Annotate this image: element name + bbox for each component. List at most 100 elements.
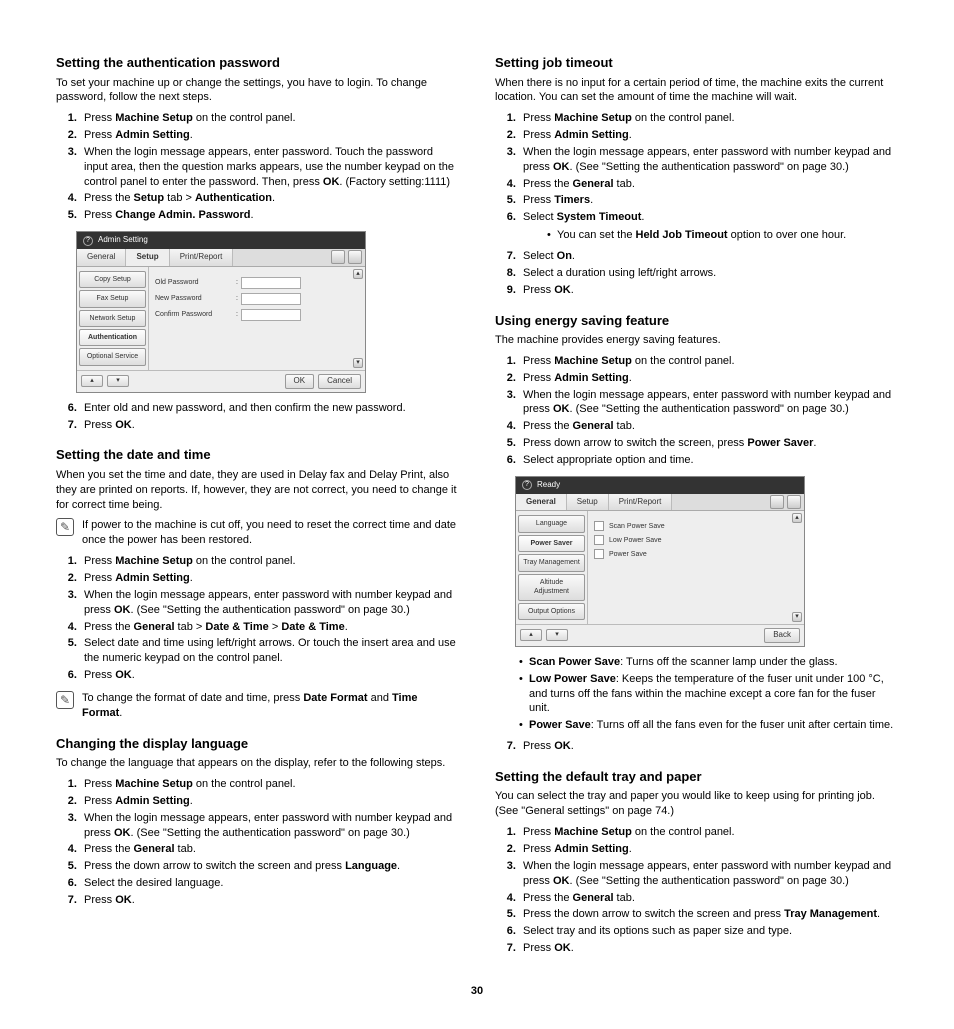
list-item: Press the down arrow to switch the scree…	[519, 907, 898, 922]
list-item: Select appropriate option and time.	[519, 453, 898, 468]
list-item: Enter old and new password, and then con…	[80, 401, 459, 416]
nav-down-icon[interactable]: ▾	[107, 375, 129, 387]
intro-energy-saving: The machine provides energy saving featu…	[495, 333, 898, 348]
old-password-field[interactable]	[241, 277, 301, 289]
list-item: You can set the Held Job Timeout option …	[547, 228, 898, 243]
note-icon: ✎	[56, 518, 74, 536]
steps-job-timeout: Press Machine Setup on the control panel…	[495, 111, 898, 297]
ui-ready: ? Ready General Setup Print/Report Langu…	[515, 476, 805, 647]
list-item: Select a duration using left/right arrow…	[519, 266, 898, 281]
list-item: When the login message appears, enter pa…	[519, 859, 898, 889]
intro-default-tray: You can select the tray and paper you wo…	[495, 789, 898, 819]
steps-default-tray: Press Machine Setup on the control panel…	[495, 825, 898, 956]
nav-down-icon[interactable]: ▾	[546, 629, 568, 641]
list-item: Press Machine Setup on the control panel…	[519, 825, 898, 840]
list-item: When the login message appears, enter pa…	[80, 145, 459, 190]
list-item: Press Admin Setting.	[519, 842, 898, 857]
exit-icon[interactable]	[331, 250, 345, 264]
intro-auth: To set your machine up or change the set…	[56, 76, 459, 106]
list-item: Press the down arrow to switch the scree…	[80, 859, 459, 874]
list-item: When the login message appears, enter pa…	[80, 588, 459, 618]
heading-date-time: Setting the date and time	[56, 446, 459, 464]
list-item: Press down arrow to switch the screen, p…	[519, 436, 898, 451]
ui-tabs: General Setup Print/Report	[77, 249, 365, 267]
sidebar-authentication[interactable]: Authentication	[79, 329, 146, 346]
scroll-down-icon[interactable]: ▾	[353, 358, 363, 368]
sidebar-language[interactable]: Language	[518, 515, 585, 532]
nav-up-icon[interactable]: ▴	[520, 629, 542, 641]
intro-language: To change the language that appears on t…	[56, 756, 459, 771]
list-item: Press the General tab.	[80, 842, 459, 857]
back-button[interactable]: Back	[764, 628, 800, 643]
cancel-button[interactable]: Cancel	[318, 374, 361, 389]
scroll-up-icon[interactable]: ▴	[792, 513, 802, 523]
note-icon: ✎	[56, 691, 74, 709]
tab-setup[interactable]: Setup	[126, 249, 169, 266]
sidebar-power-saver[interactable]: Power Saver	[518, 535, 585, 552]
intro-date-time: When you set the time and date, they are…	[56, 468, 459, 513]
steps-date-time: Press Machine Setup on the control panel…	[56, 554, 459, 683]
tab-print-report[interactable]: Print/Report	[170, 249, 234, 266]
tab-general[interactable]: General	[77, 249, 126, 266]
steps-auth-1: Press Machine Setup on the control panel…	[56, 111, 459, 223]
list-item: Press Machine Setup on the control panel…	[519, 354, 898, 369]
list-item: Power Save: Turns off all the fans even …	[519, 718, 898, 733]
heading-job-timeout: Setting job timeout	[495, 54, 898, 72]
sidebar-fax-setup[interactable]: Fax Setup	[79, 290, 146, 307]
list-item: Select the desired language.	[80, 876, 459, 891]
ui-titlebar: ? Ready	[516, 477, 804, 494]
home-icon[interactable]	[348, 250, 362, 264]
ui-footer: ▴ ▾ OK Cancel	[77, 370, 365, 392]
list-item: Press OK.	[80, 418, 459, 433]
intro-job-timeout: When there is no input for a certain per…	[495, 76, 898, 106]
ui-sidebar: Language Power Saver Tray Management Alt…	[516, 511, 588, 624]
ok-button[interactable]: OK	[285, 374, 315, 389]
list-item: Press Admin Setting.	[80, 128, 459, 143]
list-item: Scan Power Save: Turns off the scanner l…	[519, 655, 898, 670]
sidebar-altitude[interactable]: Altitude Adjustment	[518, 574, 585, 601]
scan-power-save-check[interactable]	[594, 521, 604, 531]
tab-general[interactable]: General	[516, 494, 567, 511]
list-item: Press Machine Setup on the control panel…	[80, 777, 459, 792]
tab-print-report[interactable]: Print/Report	[609, 494, 673, 511]
list-item: When the login message appears, enter pa…	[80, 811, 459, 841]
ui-titlebar: ? Admin Setting	[77, 232, 365, 249]
help-icon: ?	[83, 236, 93, 246]
ui-main: ▴ Scan Power Save Low Power Save Power S…	[588, 511, 804, 624]
low-power-save-check[interactable]	[594, 535, 604, 545]
left-column: Setting the authentication password To s…	[56, 40, 459, 964]
scroll-down-icon[interactable]: ▾	[792, 612, 802, 622]
new-password-field[interactable]	[241, 293, 301, 305]
heading-default-tray: Setting the default tray and paper	[495, 768, 898, 786]
heading-energy-saving: Using energy saving feature	[495, 312, 898, 330]
exit-icon[interactable]	[770, 495, 784, 509]
list-item: Press Admin Setting.	[519, 128, 898, 143]
list-item: Press OK.	[80, 668, 459, 683]
list-item: Press the General tab.	[519, 419, 898, 434]
right-column: Setting job timeout When there is no inp…	[495, 40, 898, 964]
scroll-up-icon[interactable]: ▴	[353, 269, 363, 279]
ui-tabs: General Setup Print/Report	[516, 494, 804, 512]
steps-energy-2: Press OK.	[495, 739, 898, 754]
nav-up-icon[interactable]: ▴	[81, 375, 103, 387]
sidebar-optional-service[interactable]: Optional Service	[79, 348, 146, 365]
sidebar-output[interactable]: Output Options	[518, 603, 585, 620]
ui-admin-setting: ? Admin Setting General Setup Print/Repo…	[76, 231, 366, 393]
list-item: Press the General tab.	[519, 177, 898, 192]
list-item: Select System Timeout.You can set the He…	[519, 210, 898, 243]
page-number: 30	[56, 984, 898, 999]
sidebar-copy-setup[interactable]: Copy Setup	[79, 271, 146, 288]
energy-bullets: Scan Power Save: Turns off the scanner l…	[495, 655, 898, 733]
tab-setup[interactable]: Setup	[567, 494, 609, 511]
list-item: Press the General tab.	[519, 891, 898, 906]
home-icon[interactable]	[787, 495, 801, 509]
confirm-password-field[interactable]	[241, 309, 301, 321]
list-item: Press Admin Setting.	[519, 371, 898, 386]
heading-auth-password: Setting the authentication password	[56, 54, 459, 72]
sidebar-network-setup[interactable]: Network Setup	[79, 310, 146, 327]
ui-sidebar: Copy Setup Fax Setup Network Setup Authe…	[77, 267, 149, 370]
list-item: Press Timers.	[519, 193, 898, 208]
sidebar-tray-mgmt[interactable]: Tray Management	[518, 554, 585, 571]
list-item: Press Admin Setting.	[80, 794, 459, 809]
power-save-check[interactable]	[594, 549, 604, 559]
